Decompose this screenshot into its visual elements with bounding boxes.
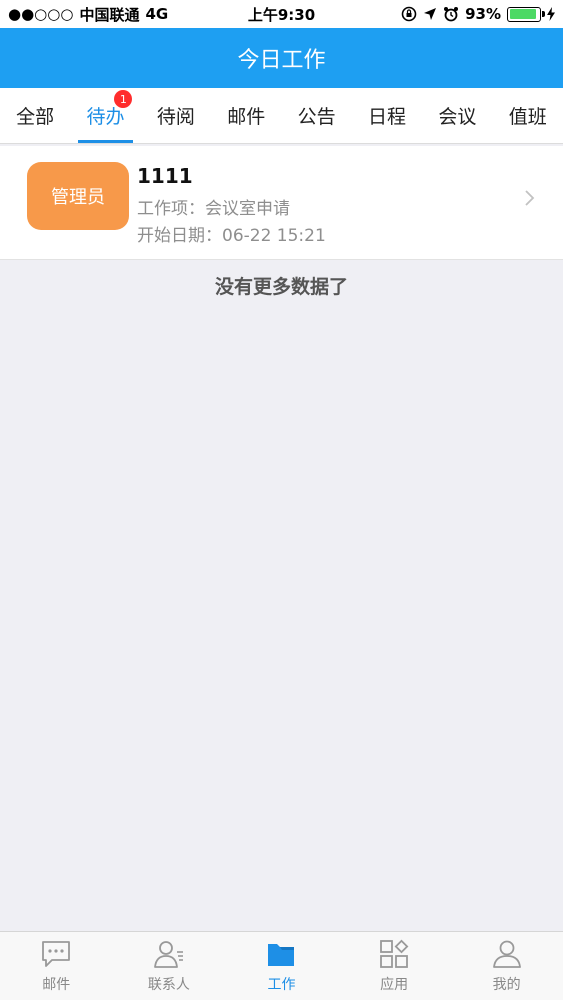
person-icon	[492, 940, 521, 968]
battery-icon	[507, 6, 545, 22]
tab-todo[interactable]: 待办 1	[70, 88, 140, 143]
tab-label: 公告	[297, 106, 336, 128]
tab-duty[interactable]: 值班	[493, 88, 563, 143]
tab-label: 待阅	[156, 106, 195, 128]
tab-label: 会议	[438, 106, 477, 128]
folder-icon	[268, 944, 295, 966]
tab-all[interactable]: 全部	[0, 88, 70, 143]
no-more-data-text: 没有更多数据了	[214, 276, 348, 298]
nav-mine[interactable]: 我的	[450, 932, 563, 1000]
chevron-right-icon	[525, 190, 535, 206]
tab-label: 全部	[16, 106, 55, 128]
nav-label: 我的	[492, 977, 521, 993]
signal-strength: ●●○○○	[8, 5, 74, 23]
nav-label: 应用	[380, 977, 409, 993]
tab-label: 日程	[368, 106, 407, 128]
location-arrow-icon	[424, 8, 437, 20]
tab-mail[interactable]: 邮件	[211, 88, 281, 143]
battery-fill	[509, 9, 537, 19]
nav-apps[interactable]: 应用	[338, 932, 451, 1000]
contacts-icon	[153, 941, 183, 968]
nav-label: 邮件	[42, 977, 71, 993]
nav-work[interactable]: 工作	[225, 932, 338, 1000]
status-left: ●●○○○ 中国联通 4G	[8, 4, 168, 25]
tab-schedule[interactable]: 日程	[352, 88, 422, 143]
tab-label: 值班	[508, 106, 547, 128]
nav-label: 联系人	[147, 977, 190, 993]
list-item[interactable]: 管理员 1111 工作项：会议室申请 开始日期：06-22 15:21	[0, 146, 563, 260]
status-right: 93%	[401, 5, 555, 23]
chat-bubble-icon	[42, 941, 71, 967]
charging-bolt-icon	[547, 7, 555, 21]
orientation-lock-icon	[401, 6, 417, 22]
page-title: 今日工作	[237, 48, 326, 73]
tab-to-read[interactable]: 待阅	[141, 88, 211, 143]
tab-label: 邮件	[227, 106, 266, 128]
carrier-name: 中国联通	[79, 5, 140, 24]
nav-mail[interactable]: 邮件	[0, 932, 113, 1000]
avatar: 管理员	[27, 162, 129, 230]
todo-count-badge: 1	[114, 90, 133, 108]
nav-label: 工作	[267, 977, 296, 993]
battery-percent: 93%	[465, 5, 501, 23]
header-bar: 今日工作	[0, 28, 563, 88]
item-start-date: 开始日期：06-22 15:21	[137, 226, 326, 246]
tab-meeting[interactable]: 会议	[422, 88, 492, 143]
nav-contacts[interactable]: 联系人	[113, 932, 226, 1000]
bottom-navigation: 邮件 联系人 工作 应用 我的	[0, 931, 563, 1000]
apps-grid-icon	[380, 939, 409, 968]
status-bar: ●●○○○ 中国联通 4G 上午9:30 93%	[0, 0, 563, 28]
category-tabs: 全部 待办 1 待阅 邮件 公告 日程 会议 值班	[0, 88, 563, 144]
tab-announcement[interactable]: 公告	[282, 88, 352, 143]
item-work-type: 工作项：会议室申请	[137, 199, 290, 219]
alarm-clock-icon	[444, 7, 459, 22]
item-title: 1111	[137, 164, 193, 188]
network-type: 4G	[145, 5, 169, 23]
